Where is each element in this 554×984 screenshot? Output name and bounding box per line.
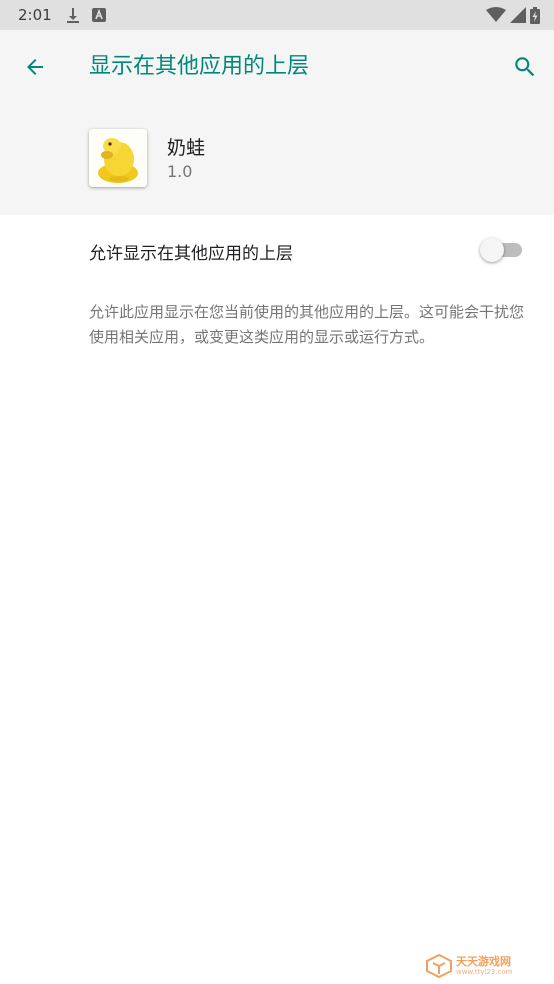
status-system-icons xyxy=(486,6,540,24)
overlay-permission-row[interactable]: 允许显示在其他应用的上层 xyxy=(0,215,554,285)
arrow-left-icon xyxy=(27,59,43,75)
watermark-name: 天天游戏网 xyxy=(456,955,511,968)
search-button[interactable] xyxy=(508,50,542,84)
battery-icon xyxy=(530,6,540,24)
app-name: 奶蛙 xyxy=(167,137,206,159)
frog-app-icon xyxy=(89,129,147,187)
overlay-permission-switch[interactable] xyxy=(478,237,524,263)
back-button[interactable] xyxy=(18,50,52,84)
watermark: 天天游戏网 www.ttyl23.com xyxy=(426,952,536,980)
status-notification-icons xyxy=(66,7,106,23)
overlay-permission-label: 允许显示在其他应用的上层 xyxy=(89,244,293,264)
app-icon xyxy=(89,129,147,187)
page-title: 显示在其他应用的上层 xyxy=(89,54,310,79)
search-icon xyxy=(515,57,535,77)
permission-description: 允许此应用显示在您当前使用的其他应用的上层。这可能会干扰您使用相关应用，或变更这… xyxy=(89,303,525,346)
watermark-url: www.ttyl23.com xyxy=(456,968,513,976)
wifi-icon xyxy=(486,7,506,23)
signal-icon xyxy=(510,7,526,23)
status-time: 2:01 xyxy=(18,6,52,24)
watermark-logo-icon xyxy=(426,954,452,978)
status-bar: 2:01 xyxy=(0,0,554,30)
app-header: 显示在其他应用的上层 奶蛙 1.0 xyxy=(0,30,554,215)
app-version: 1.0 xyxy=(167,162,193,181)
switch-thumb xyxy=(480,238,504,262)
a-notification-icon xyxy=(91,8,106,22)
download-icon xyxy=(66,7,80,23)
